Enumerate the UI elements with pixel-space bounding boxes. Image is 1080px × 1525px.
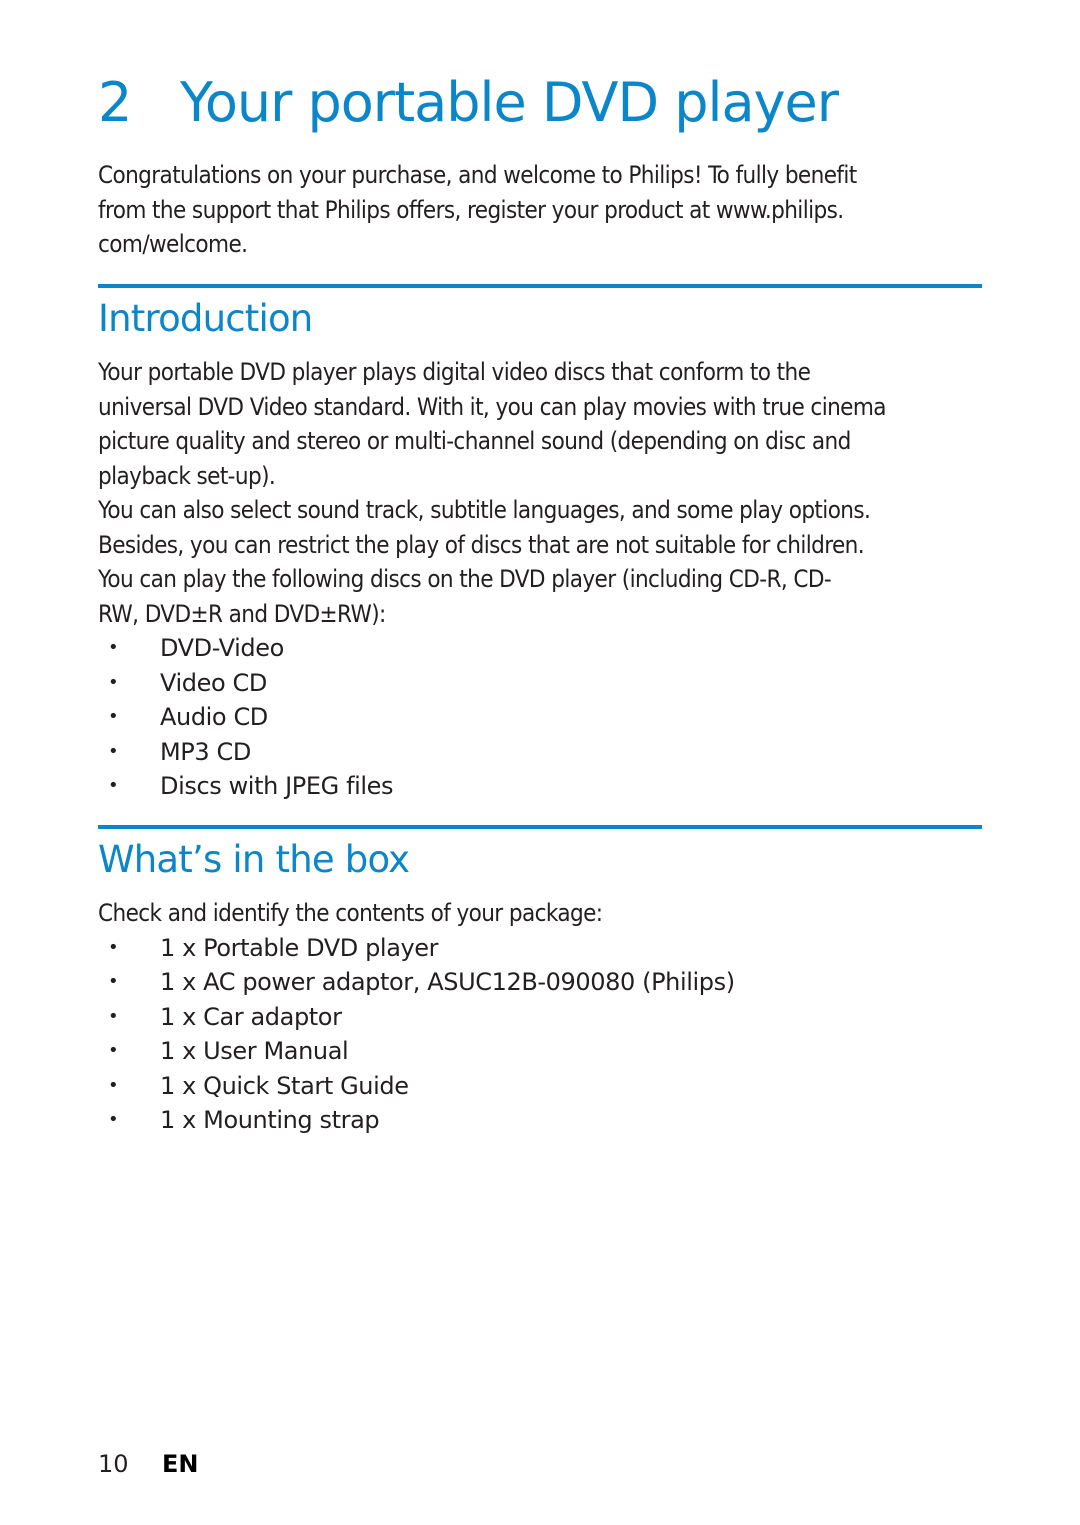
- bullet-icon: •: [108, 706, 119, 727]
- package-item-label: 1 x AC power adaptor, ASUC12B-090080 (Ph…: [160, 968, 735, 996]
- disc-type-label: DVD-Video: [160, 634, 284, 662]
- list-item: • DVD-Video: [98, 631, 982, 666]
- introduction-line: Your portable DVD player plays digital v…: [98, 358, 811, 386]
- bullet-icon: •: [108, 936, 119, 958]
- disc-type-label: Audio CD: [160, 703, 268, 731]
- bullet-icon: •: [108, 740, 119, 762]
- chapter-number: 2: [98, 71, 132, 134]
- list-item: • 1 x AC power adaptor, ASUC12B-090080 (P…: [98, 965, 982, 1000]
- introduction-line: picture quality and stereo or multi-chan…: [98, 427, 851, 455]
- list-item: • Video CD: [98, 666, 982, 701]
- page-footer: 10 EN: [98, 1447, 198, 1481]
- list-item: • 1 x User Manual: [98, 1034, 982, 1069]
- chapter-title: 2 Your portable DVD player: [98, 68, 839, 138]
- bullet-icon: •: [108, 1074, 119, 1096]
- list-item: • 1 x Portable DVD player: [98, 931, 982, 966]
- introduction-line: universal DVD Video standard. With it, y…: [98, 392, 887, 421]
- list-item: • Discs with JPEG files: [98, 769, 982, 804]
- bullet-icon: •: [108, 671, 119, 693]
- disc-type-label: Discs with JPEG files: [160, 772, 394, 800]
- list-item: • 1 x Car adaptor: [98, 1000, 982, 1035]
- language-code: EN: [162, 1450, 199, 1478]
- chapter-title-text: Your portable DVD player: [180, 71, 839, 134]
- welcome-line: from the support that Philips offers, re…: [98, 195, 844, 224]
- bullet-icon: •: [108, 1005, 119, 1027]
- section-divider: [98, 825, 982, 829]
- section-title-introduction: Introduction: [98, 297, 313, 340]
- bullet-icon: •: [108, 971, 119, 992]
- bullet-icon: •: [108, 1040, 119, 1061]
- introduction-line: playback set-up).: [98, 461, 276, 490]
- package-item-label: 1 x Quick Start Guide: [160, 1071, 409, 1100]
- section-divider: [98, 284, 982, 288]
- disc-type-label: MP3 CD: [160, 737, 251, 766]
- list-item: • Audio CD: [98, 700, 982, 735]
- whats-in-the-box-section: Check and identify the contents of your …: [98, 896, 982, 1138]
- package-item-label: 1 x User Manual: [160, 1037, 349, 1065]
- bullet-icon: •: [108, 637, 119, 658]
- section-title-whats-in-the-box: What’s in the box: [98, 838, 410, 881]
- bullet-icon: •: [108, 775, 119, 796]
- introduction-section: Your portable DVD player plays digital v…: [98, 355, 982, 804]
- package-item-label: 1 x Mounting strap: [160, 1106, 380, 1134]
- list-item: • 1 x Quick Start Guide: [98, 1069, 982, 1104]
- welcome-paragraph: Congratulations on your purchase, and we…: [98, 158, 982, 262]
- introduction-line: Besides, you can restrict the play of di…: [98, 530, 865, 559]
- bullet-icon: •: [108, 1109, 119, 1130]
- package-item-label: 1 x Portable DVD player: [160, 933, 439, 962]
- page-number: 10: [98, 1450, 129, 1478]
- welcome-line: Congratulations on your purchase, and we…: [98, 161, 857, 189]
- introduction-line: You can play the following discs on the …: [98, 565, 832, 593]
- package-item-label: 1 x Car adaptor: [160, 1002, 342, 1031]
- list-item: • 1 x Mounting strap: [98, 1103, 982, 1138]
- welcome-line: com/welcome.: [98, 230, 248, 258]
- disc-types-list: • DVD-Video • Video CD • Audio CD • MP3 CD •…: [98, 631, 982, 804]
- box-lead-text: Check and identify the contents of your …: [98, 899, 603, 927]
- list-item: • MP3 CD: [98, 735, 982, 770]
- package-contents-list: • 1 x Portable DVD player • 1 x AC power a…: [98, 931, 982, 1138]
- introduction-line: RW, DVD±R and DVD±RW):: [98, 599, 386, 628]
- introduction-line: You can also select sound track, subtitl…: [98, 496, 871, 524]
- disc-type-label: Video CD: [160, 668, 267, 697]
